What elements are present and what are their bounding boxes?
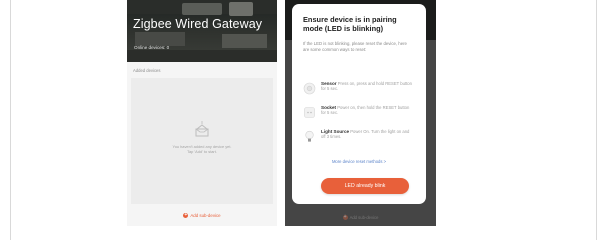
dimmed-add-label: Add sub-device: [349, 214, 379, 220]
hero-counter: [222, 34, 267, 48]
reset-method-socket: Socket Power on, then hold the RESET but…: [303, 105, 421, 123]
sensor-text: Sensor Press on, press and hold RESET bu…: [321, 81, 415, 92]
bulb-icon: [305, 130, 314, 142]
socket-text: Socket Power on, then hold the RESET but…: [321, 105, 415, 116]
light-source-text: Light Source Power On. Turn the light on…: [321, 129, 415, 140]
gateway-hero-banner: Zigbee Wired Gateway Online devices: 0: [127, 0, 277, 62]
pairing-mode-dialog: Ensure device is in pairing mode (LED is…: [292, 4, 426, 204]
sensor-name: Sensor: [321, 81, 337, 86]
dialog-title: Ensure device is in pairing mode (LED is…: [303, 15, 397, 34]
hero-floor: [127, 50, 277, 62]
socket-icon: [304, 107, 315, 118]
frame-border-left: [10, 0, 11, 240]
light-source-name: Light Source: [321, 129, 350, 134]
online-devices-count: Online devices: 0: [134, 45, 170, 50]
reset-method-light-source: Light Source Power On. Turn the light on…: [303, 129, 421, 147]
hero-lamp: [229, 2, 253, 16]
device-list-empty: You haven't added any device yet. Tap 'A…: [131, 78, 273, 204]
reset-method-sensor: Sensor Press on, press and hold RESET bu…: [303, 81, 421, 99]
hero-cabinet: [135, 32, 185, 46]
added-devices-label: Added devices: [133, 68, 161, 73]
gateway-screen: Zigbee Wired Gateway Online devices: 0 A…: [127, 0, 277, 226]
dimmed-add-subdevice: + Add sub-device: [285, 212, 436, 222]
empty-state-line-2: Tap 'Add' to start.: [187, 149, 217, 154]
dialog-description: If the LED is not blinking, please reset…: [303, 41, 407, 52]
sensor-icon: [303, 82, 316, 95]
add-subdevice-button[interactable]: + Add sub-device: [127, 210, 277, 220]
add-icon: +: [183, 211, 189, 218]
add-subdevice-label: Add sub-device: [190, 212, 221, 218]
frame-border-right: [596, 0, 597, 240]
more-reset-methods-link[interactable]: More device reset methods >: [292, 159, 426, 164]
pairing-screen: + Add sub-device Ensure device is in pai…: [285, 0, 436, 226]
led-already-blink-button[interactable]: LED already blink: [321, 178, 409, 194]
empty-box-icon: [195, 121, 209, 137]
empty-state-text: You haven't added any device yet. Tap 'A…: [135, 144, 269, 154]
socket-name: Socket: [321, 105, 337, 110]
hero-window: [182, 3, 222, 15]
dimmed-add-icon: +: [342, 213, 348, 220]
gateway-title: Zigbee Wired Gateway: [133, 17, 263, 31]
